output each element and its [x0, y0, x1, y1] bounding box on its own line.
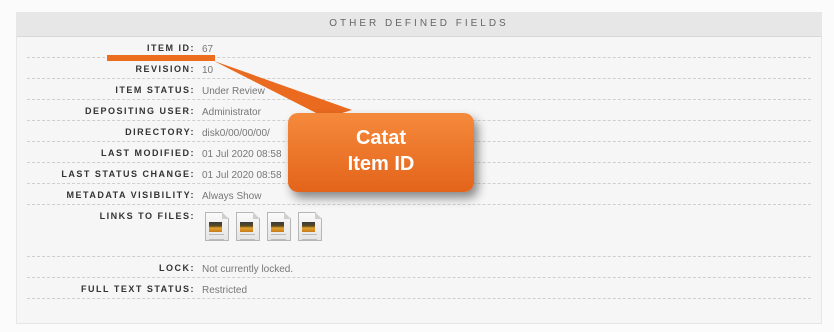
callout-text-line2: Item ID: [347, 153, 415, 175]
callout-pointer-shape: [214, 61, 352, 118]
callout-bubble: Catat Item ID: [288, 113, 474, 192]
callout-text-line1: Catat: [355, 127, 406, 149]
